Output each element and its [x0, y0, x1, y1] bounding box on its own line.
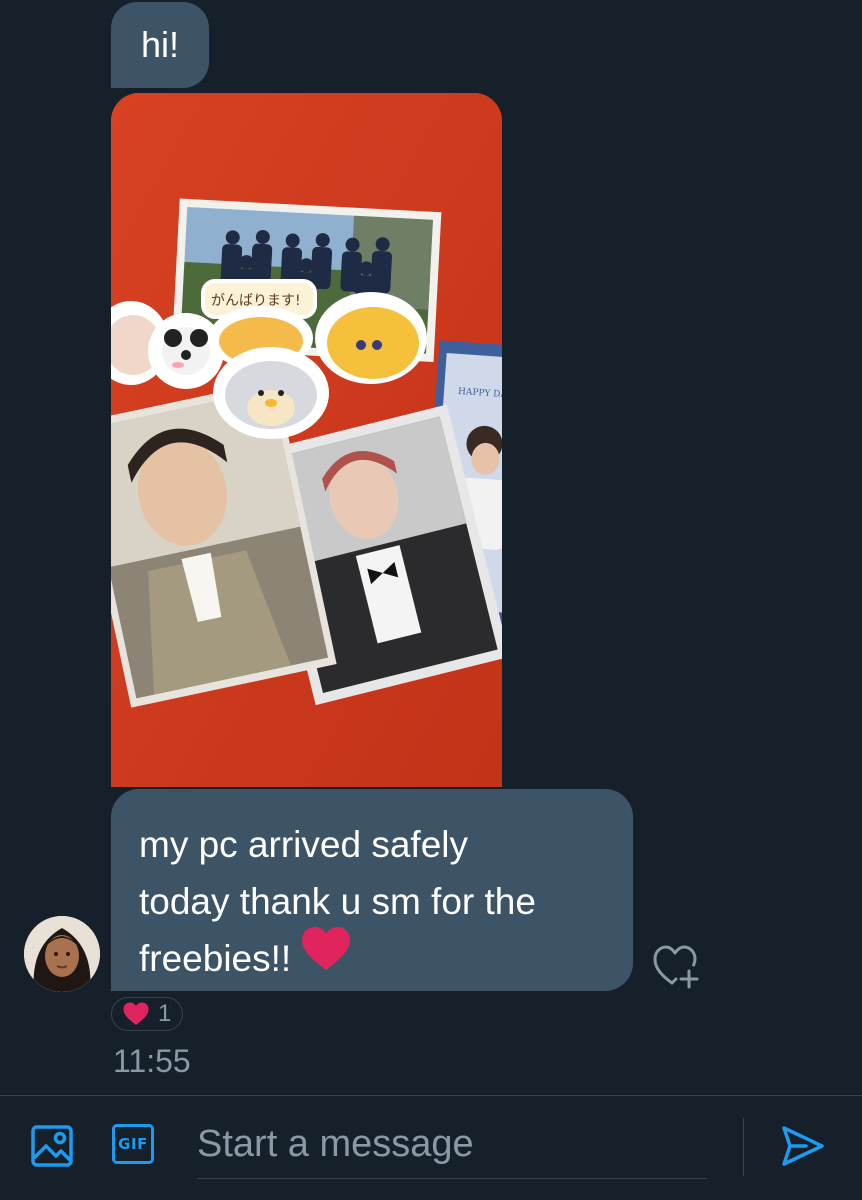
- message-bubble[interactable]: my pc arrived safely today thank u sm fo…: [111, 789, 633, 991]
- red-heart-icon: [123, 1002, 149, 1025]
- dm-conversation-screen: hi! HAPPY DA がんばります! my pc arrived safel…: [0, 0, 862, 1200]
- message-text: hi!: [140, 24, 180, 65]
- red-heart-emoji-icon: [301, 926, 351, 988]
- send-button[interactable]: [780, 1124, 826, 1168]
- add-image-button[interactable]: [30, 1124, 74, 1168]
- avatar[interactable]: [24, 916, 100, 992]
- send-icon: [782, 1126, 824, 1166]
- message-photo[interactable]: HAPPY DA がんばります!: [111, 93, 502, 787]
- message-line: today thank u sm for the: [139, 881, 536, 922]
- message-line: my pc arrived safely: [139, 824, 468, 865]
- reaction-count: 1: [158, 1000, 172, 1027]
- message-bubble-hi[interactable]: hi!: [111, 2, 209, 88]
- message-line-last: freebies!!: [139, 927, 605, 988]
- message-input[interactable]: [197, 1110, 707, 1179]
- reaction-chip[interactable]: 1: [111, 997, 183, 1031]
- gif-icon: GIF: [112, 1124, 154, 1164]
- message-timestamp: 11:55: [113, 1043, 191, 1079]
- image-icon: [31, 1125, 73, 1167]
- photo-content: HAPPY DA がんばります!: [111, 93, 502, 787]
- composer-divider: [0, 1095, 862, 1096]
- add-gif-button[interactable]: GIF: [112, 1124, 158, 1168]
- message-line-text: freebies!!: [139, 938, 292, 979]
- avatar-image: [24, 916, 100, 992]
- add-reaction-button[interactable]: [652, 943, 704, 989]
- heart-plus-icon: [653, 945, 699, 989]
- composer-vertical-divider: [743, 1118, 744, 1176]
